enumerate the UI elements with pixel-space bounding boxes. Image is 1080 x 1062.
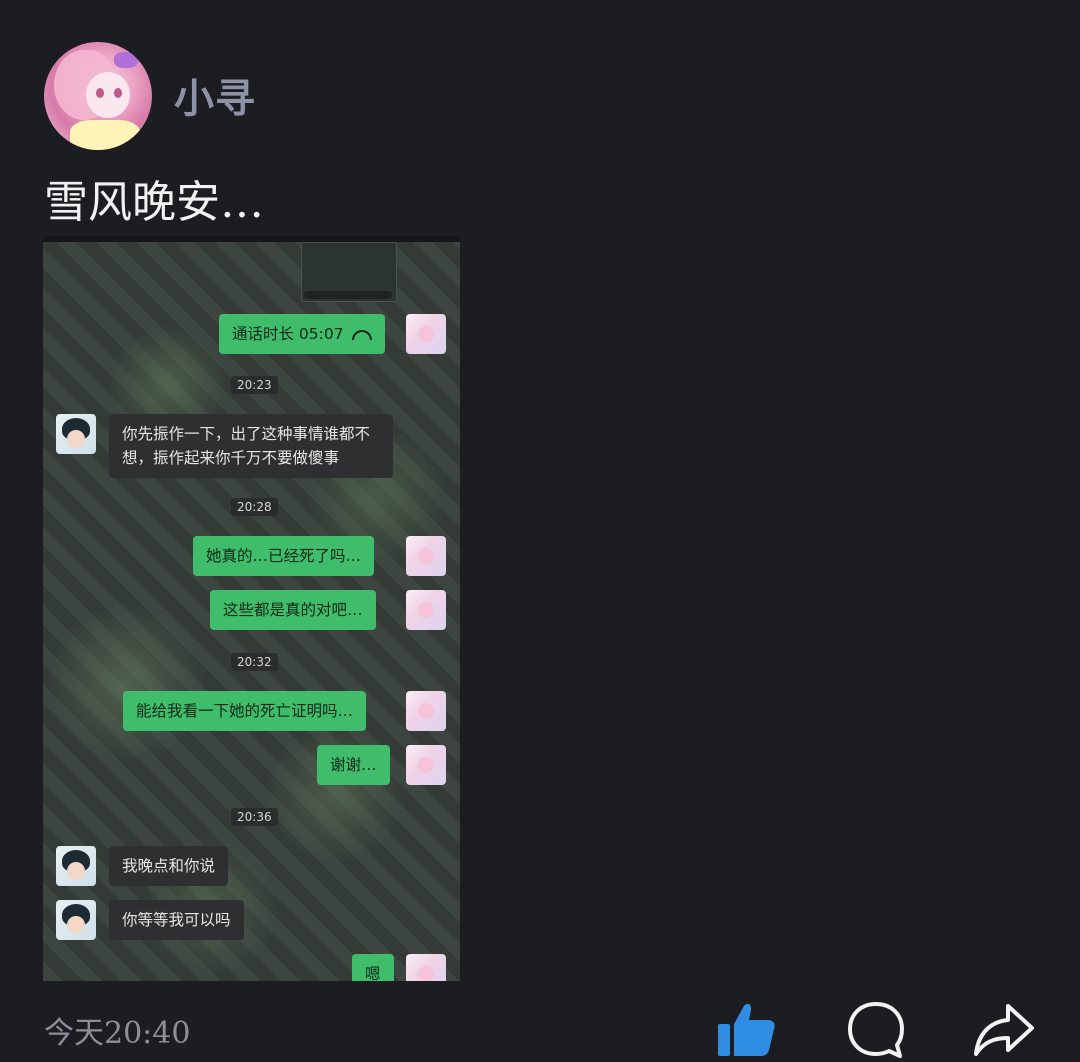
phone-hangup-icon [351,329,372,340]
image-top-edge [43,236,460,242]
comment-bubble-icon [848,1002,904,1058]
chat-bubble-me: 通话时长 05:07 [219,314,385,354]
chat-bubble-me: 嗯 [352,954,394,981]
share-button[interactable] [972,998,1036,1062]
chat-bubble-me: 能给我看一下她的死亡证明吗… [123,691,367,731]
chat-bubble-me: 谢谢… [317,745,390,785]
timestamp: 20:23 [231,376,278,394]
avatar-me [406,691,446,731]
avatar-me [406,745,446,785]
avatar-other [56,846,96,886]
comment-button[interactable] [844,998,908,1062]
timestamp: 20:36 [231,808,278,826]
user-avatar[interactable] [44,42,152,150]
avatar-me [406,536,446,576]
avatar-other [56,900,96,940]
post-timestamp: 今天20:40 [44,1016,191,1051]
avatar-me [406,590,446,630]
thumbs-up-icon [718,1003,775,1056]
like-button[interactable] [714,998,778,1062]
timestamp: 20:28 [231,498,278,516]
chat-bubble-me: 这些都是真的对吧… [210,590,376,630]
post-image-chat-screenshot[interactable]: 通话时长 05:07 20:23 你先振作一下，出了这种事情谁都不想，振作起来你… [43,236,460,981]
post-text: 雪风晚安… [44,177,264,228]
username[interactable]: 小寻 [174,66,256,124]
message-text: 通话时长 05:07 [232,325,344,343]
timestamp: 20:32 [231,653,278,671]
avatar-other [56,414,96,454]
share-arrow-icon [974,1004,1034,1056]
chat-bubble-other: 你先振作一下，出了这种事情谁都不想，振作起来你千万不要做傻事 [109,414,393,478]
avatar-me [406,954,446,981]
avatar-me [406,314,446,354]
chat-bubble-other: 你等等我可以吗 [109,900,244,940]
chat-bubble-other: 我晚点和你说 [109,846,229,886]
post-card: 小寻 雪风晚安… 通话时长 05:07 20:23 你先振作一下，出了这种事情谁… [0,0,1080,1062]
chat-bubble-me: 她真的…已经死了吗… [193,536,375,576]
embedded-thumbnail [301,242,397,302]
